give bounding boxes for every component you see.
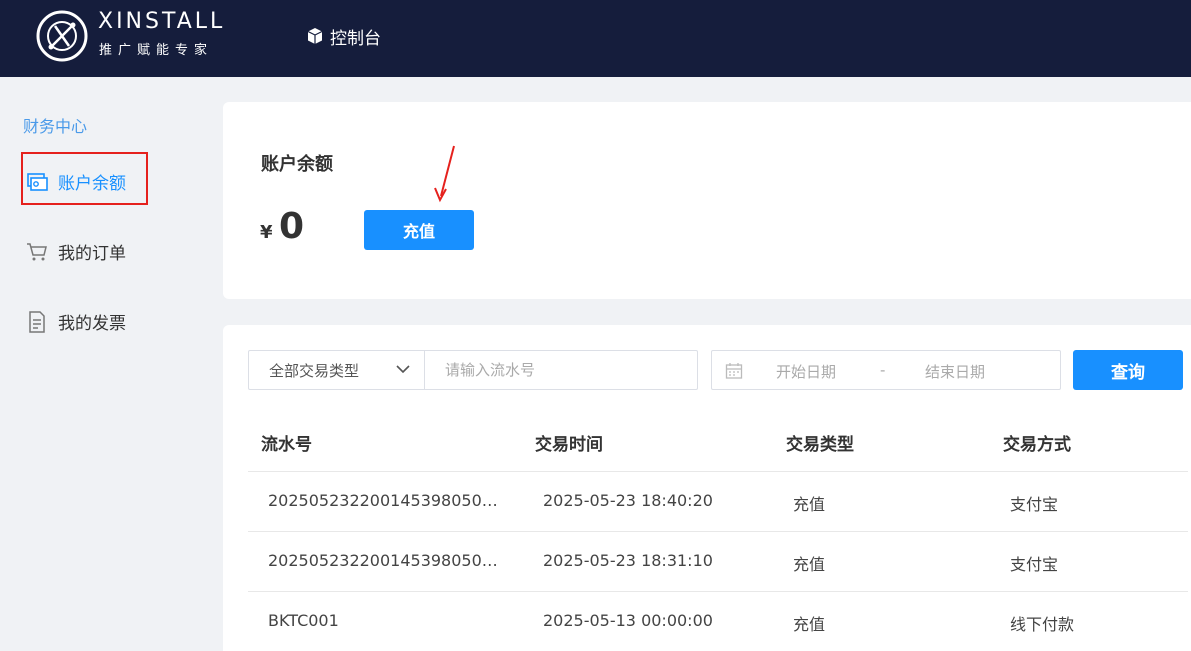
table-row: BKTC001 2025-05-13 00:00:00 充值 线下付款 xyxy=(248,592,1188,651)
cell-type: 充值 xyxy=(793,615,826,634)
sidebar-item-label: 我的订单 xyxy=(58,244,126,264)
nav-console-label: 控制台 xyxy=(330,28,381,49)
column-header-method: 交易方式 xyxy=(1003,435,1071,455)
transactions-table: 流水号 交易时间 交易类型 交易方式 202505232200145398050… xyxy=(248,411,1188,651)
query-button[interactable]: 查询 xyxy=(1073,350,1183,390)
table-row: 2025052322001453980506… 2025-05-23 18:31… xyxy=(248,532,1188,592)
cell-method: 支付宝 xyxy=(1010,495,1059,514)
serial-number-input[interactable] xyxy=(424,350,698,390)
chevron-down-icon xyxy=(396,365,410,374)
cell-type: 充值 xyxy=(793,555,826,574)
sidebar: 财务中心 账户余额 我的订单 我的发票 xyxy=(0,77,211,651)
xinstall-logo-icon[interactable] xyxy=(35,9,89,63)
cell-method: 线下付款 xyxy=(1010,615,1075,634)
logo-subtitle: 推广赋能专家 xyxy=(99,43,214,58)
column-header-serial: 流水号 xyxy=(261,435,312,455)
date-end-field[interactable]: 结束日期 xyxy=(925,361,985,382)
cube-icon xyxy=(307,28,323,44)
transaction-type-select[interactable]: 全部交易类型 xyxy=(248,350,425,390)
recharge-button[interactable]: 充值 xyxy=(364,210,474,250)
table-header-row: 流水号 交易时间 交易类型 交易方式 xyxy=(248,411,1188,472)
cell-serial: 2025052322001453980506… xyxy=(268,491,503,510)
nav-console[interactable]: 控制台 xyxy=(306,22,381,50)
cell-time: 2025-05-13 00:00:00 xyxy=(543,611,713,630)
cell-time: 2025-05-23 18:31:10 xyxy=(543,551,713,570)
transactions-card: 全部交易类型 开始日期 - 结束日期 查询 流水号 交易时间 交易类型 交易方式… xyxy=(223,325,1191,651)
date-separator: - xyxy=(880,361,886,379)
sidebar-item-balance[interactable]: 账户余额 xyxy=(26,169,126,194)
column-header-time: 交易时间 xyxy=(535,435,603,455)
annotation-arrow-icon xyxy=(434,145,455,203)
sidebar-item-label: 我的发票 xyxy=(58,314,126,334)
balance-title: 账户余额 xyxy=(261,154,333,175)
cell-serial: 2025052322001453980506… xyxy=(268,551,503,570)
top-header: XINSTALL 推广赋能专家 控制台 xyxy=(0,0,1191,77)
sidebar-section-title: 财务中心 xyxy=(23,117,88,136)
cell-type: 充值 xyxy=(793,495,826,514)
date-start-field[interactable]: 开始日期 xyxy=(776,361,836,382)
balance-amount: 0 xyxy=(279,206,305,247)
transaction-type-value: 全部交易类型 xyxy=(269,361,360,380)
sidebar-item-label: 账户余额 xyxy=(58,174,126,194)
table-row: 2025052322001453980506… 2025-05-23 18:40… xyxy=(248,472,1188,532)
cell-time: 2025-05-23 18:40:20 xyxy=(543,491,713,510)
sidebar-item-orders[interactable]: 我的订单 xyxy=(26,239,126,264)
wallet-icon xyxy=(27,172,48,191)
cell-serial: BKTC001 xyxy=(268,611,339,630)
calendar-icon xyxy=(725,363,743,379)
date-range-picker[interactable]: 开始日期 - 结束日期 xyxy=(711,350,1061,390)
column-header-type: 交易类型 xyxy=(786,435,854,455)
cell-method: 支付宝 xyxy=(1010,555,1059,574)
cart-icon xyxy=(27,242,47,260)
logo-title: XINSTALL xyxy=(98,9,226,34)
sidebar-item-invoices[interactable]: 我的发票 xyxy=(26,309,126,334)
balance-card: 账户余额 ¥ 0 充值 xyxy=(223,102,1191,299)
currency-symbol: ¥ xyxy=(260,222,273,243)
document-icon xyxy=(29,310,45,333)
